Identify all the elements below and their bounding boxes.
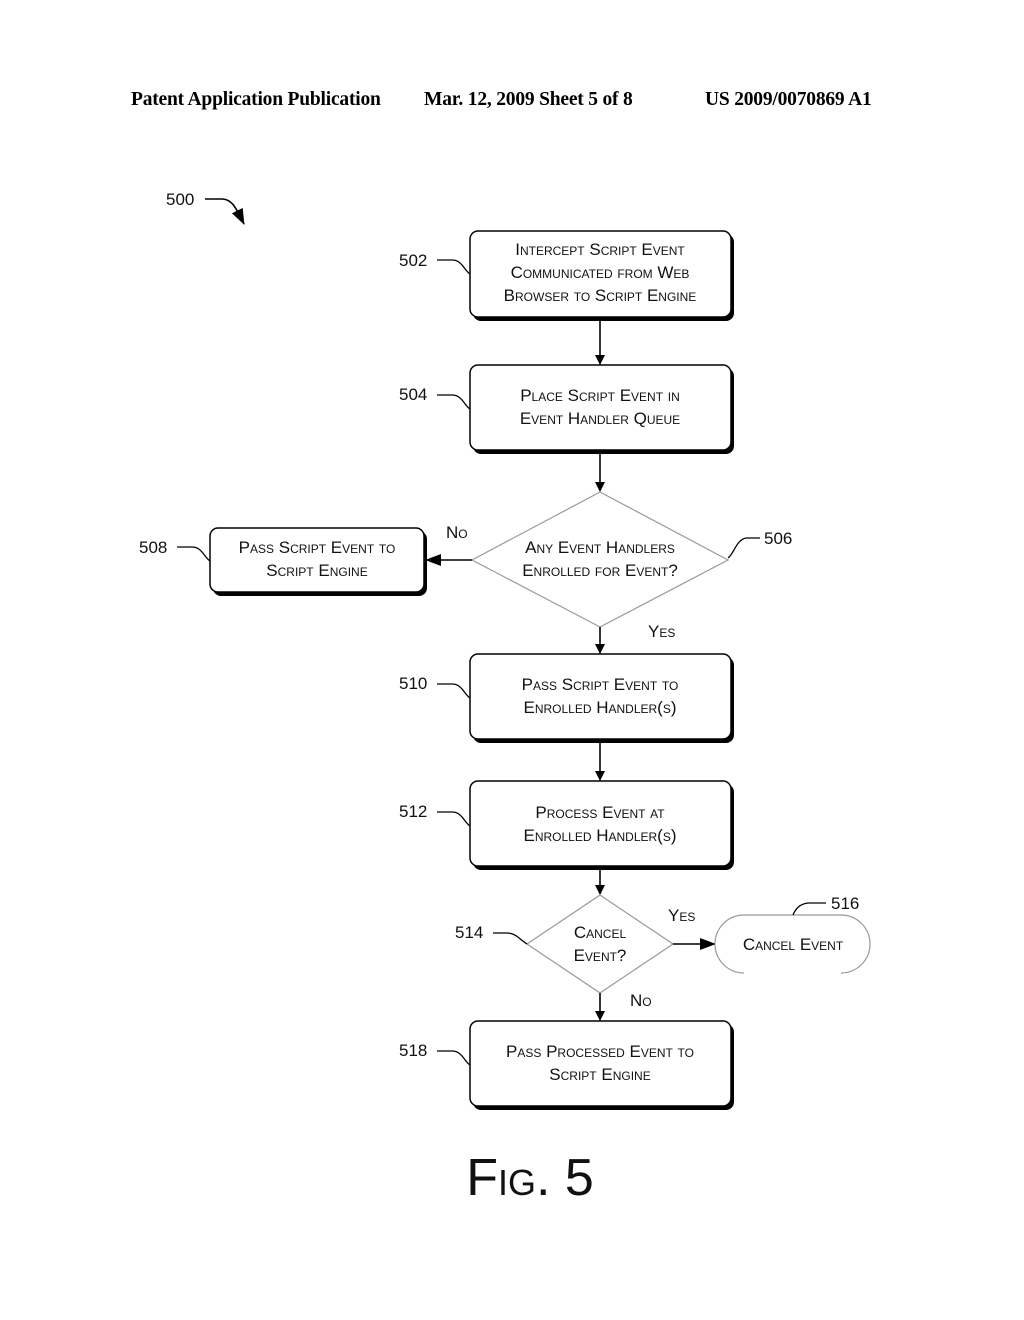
branch-506-no: No [446,523,468,542]
step-510-line-2: Enrolled Handler(s) [523,698,676,717]
ref-506: 506 [764,529,792,548]
decision-514-line-2: Event? [574,946,627,965]
decision-506-line-2: Enrolled for Event? [522,561,678,580]
ref-510-leader [437,683,471,699]
ref-514: 514 [455,923,483,942]
terminal-516-label: Cancel Event [743,935,844,954]
step-510: Pass Script Event to Enrolled Handler(s) [469,653,734,743]
terminal-516: Cancel Event [714,914,871,974]
ref-512: 512 [399,802,427,821]
ref-508-leader [177,546,211,562]
decision-506-line-1: Any Event Handlers [525,538,675,557]
step-518-line-2: Script Engine [549,1065,650,1084]
ref-516-leader [792,902,826,916]
step-508-line-1: Pass Script Event to [239,538,396,557]
figure-label: Fig. 5 [466,1149,594,1207]
step-510-line-1: Pass Script Event to [522,675,679,694]
step-510-box [469,653,732,740]
step-512-box [469,780,732,867]
step-502-line-2: Communicated from Web [511,263,690,282]
ref-512-leader [437,811,471,827]
ref-514-leader [493,932,528,945]
ref-502: 502 [399,251,427,270]
branch-514-yes: Yes [668,906,695,925]
branch-506-yes: Yes [648,622,675,641]
ref-506-leader [727,537,760,559]
ref-504: 504 [399,385,427,404]
decision-506: Any Event Handlers Enrolled for Event? [470,491,730,628]
ref-500: 500 [166,190,194,209]
step-502-line-3: Browser to Script Engine [504,286,697,305]
branch-514-no: No [630,991,652,1010]
step-518-box [469,1020,732,1107]
flowchart: 500 Intercept Script Event Communicated … [139,190,871,1207]
ref-500-arrow [205,198,245,225]
step-504-box [469,364,732,451]
ref-518-leader [437,1050,471,1066]
step-502: Intercept Script Event Communicated from… [469,230,734,321]
step-508-line-2: Script Engine [266,561,367,580]
step-512-line-2: Enrolled Handler(s) [523,826,676,845]
ref-508: 508 [139,538,167,557]
decision-506-shape [470,491,730,628]
step-504-line-1: Place Script Event in [520,386,680,405]
ref-504-leader [437,394,471,410]
step-502-line-1: Intercept Script Event [515,240,685,259]
step-504: Place Script Event in Event Handler Queu… [469,364,734,454]
step-512: Process Event at Enrolled Handler(s) [469,780,734,870]
ref-518: 518 [399,1041,427,1060]
step-504-line-2: Event Handler Queue [520,409,680,428]
decision-514-line-1: Cancel [574,923,627,942]
step-508: Pass Script Event to Script Engine [209,527,427,596]
decision-514: Cancel Event? [525,894,675,994]
step-512-line-1: Process Event at [535,803,665,822]
decision-514-shape [525,894,675,994]
step-518: Pass Processed Event to Script Engine [469,1020,734,1110]
ref-510: 510 [399,674,427,693]
ref-516: 516 [831,894,859,913]
ref-502-leader [437,259,471,275]
step-518-line-1: Pass Processed Event to [506,1042,694,1061]
